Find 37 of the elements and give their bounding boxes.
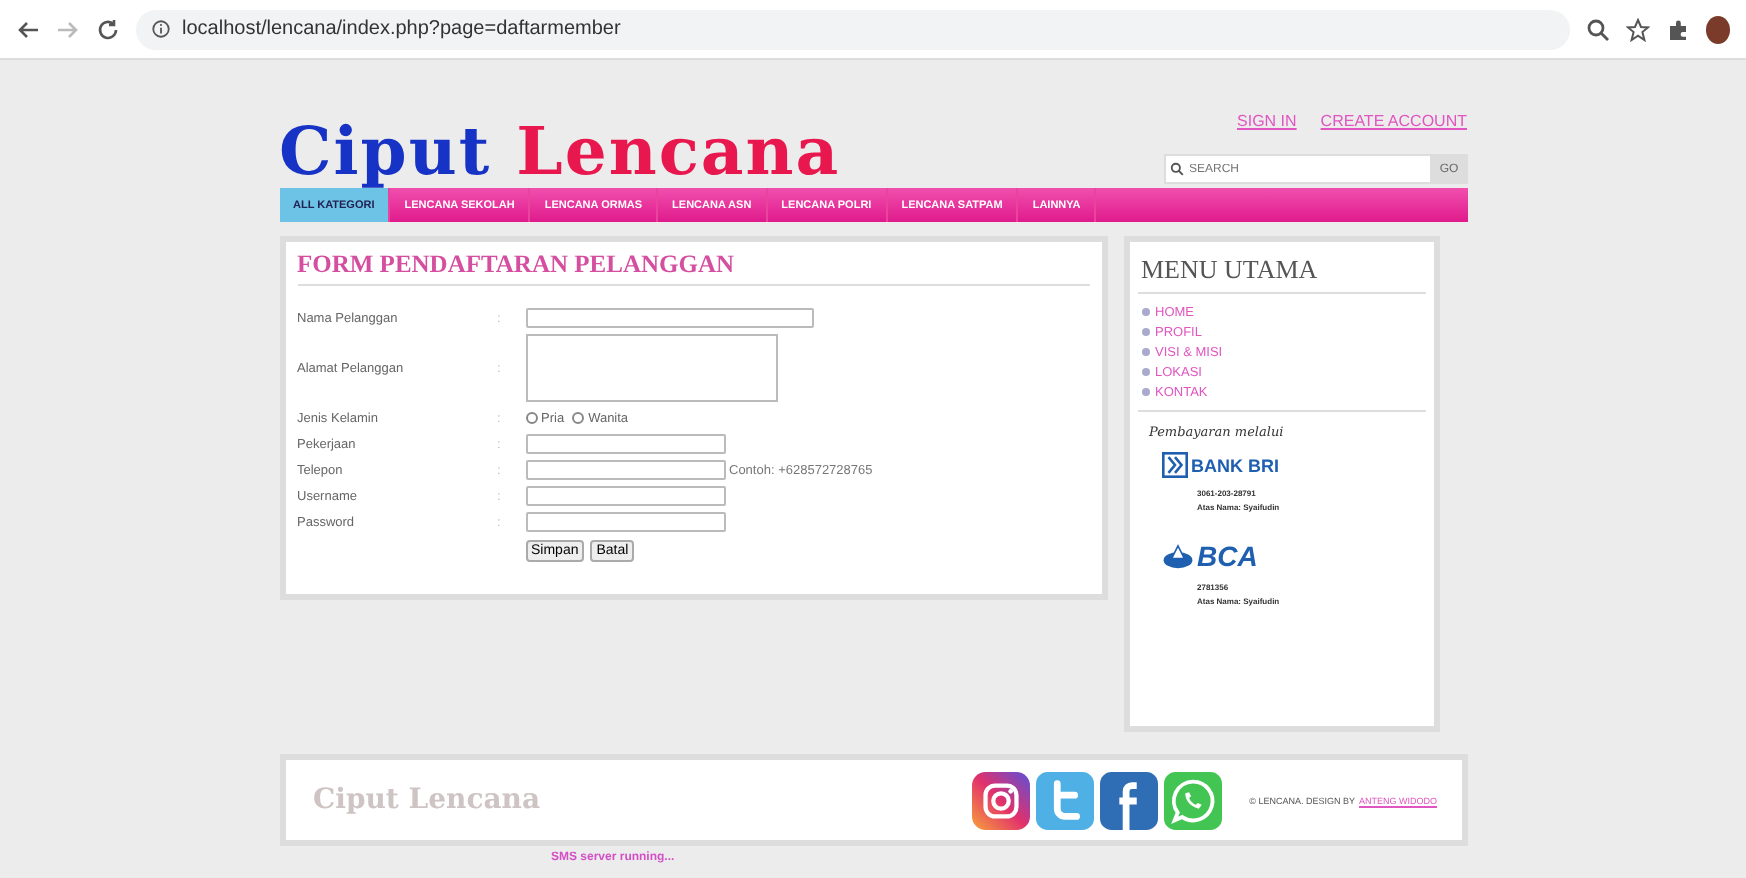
- letter-t-icon[interactable]: [1035, 771, 1094, 829]
- back-icon[interactable]: [16, 17, 40, 41]
- radio-button[interactable]: [525, 412, 537, 424]
- camera-icon[interactable]: [971, 771, 1030, 829]
- header-link[interactable]: CREATE ACCOUNT: [1320, 112, 1467, 130]
- info-icon[interactable]: [152, 20, 170, 38]
- form-title: FORM PENDAFTARAN PELANGGAN: [297, 250, 1089, 286]
- bullet-icon: [1141, 308, 1149, 316]
- bank-name: BANK BRI: [1191, 455, 1279, 475]
- bullet-icon: [1141, 348, 1149, 356]
- address-field[interactable]: [525, 334, 777, 402]
- letter-f-icon[interactable]: [1099, 771, 1158, 829]
- search-icon: [1169, 162, 1183, 176]
- input-field[interactable]: [525, 434, 725, 454]
- bank-logo-icon: [1161, 543, 1193, 569]
- phone-bubble-icon[interactable]: [1163, 771, 1222, 829]
- radio-button[interactable]: [572, 412, 585, 424]
- bullet-icon: [1141, 388, 1149, 396]
- bullet-icon: [1141, 368, 1149, 376]
- site-logo[interactable]: Ciput Lencana: [279, 118, 841, 184]
- footer-logo: Ciput Lencana: [313, 784, 543, 816]
- bullet-icon: [1141, 328, 1149, 336]
- bank-name: BCA: [1197, 540, 1258, 572]
- header-link[interactable]: SIGN IN: [1237, 112, 1297, 130]
- sidebar-title: MENU UTAMA: [1137, 250, 1425, 294]
- zoom-icon[interactable]: [1586, 17, 1610, 41]
- forward-icon[interactable]: [56, 17, 80, 41]
- input-field[interactable]: [525, 512, 725, 532]
- input-field[interactable]: [525, 486, 725, 506]
- star-icon[interactable]: [1626, 17, 1650, 41]
- input-field[interactable]: [525, 460, 725, 480]
- reload-icon[interactable]: [96, 17, 120, 41]
- bank-logo-icon: [1161, 452, 1187, 478]
- puzzle-icon[interactable]: [1666, 17, 1690, 41]
- avatar-icon[interactable]: [1706, 15, 1730, 43]
- address-bar[interactable]: localhost/lencana/index.php?page=daftarmember: [136, 9, 1570, 49]
- input-field[interactable]: [525, 308, 813, 328]
